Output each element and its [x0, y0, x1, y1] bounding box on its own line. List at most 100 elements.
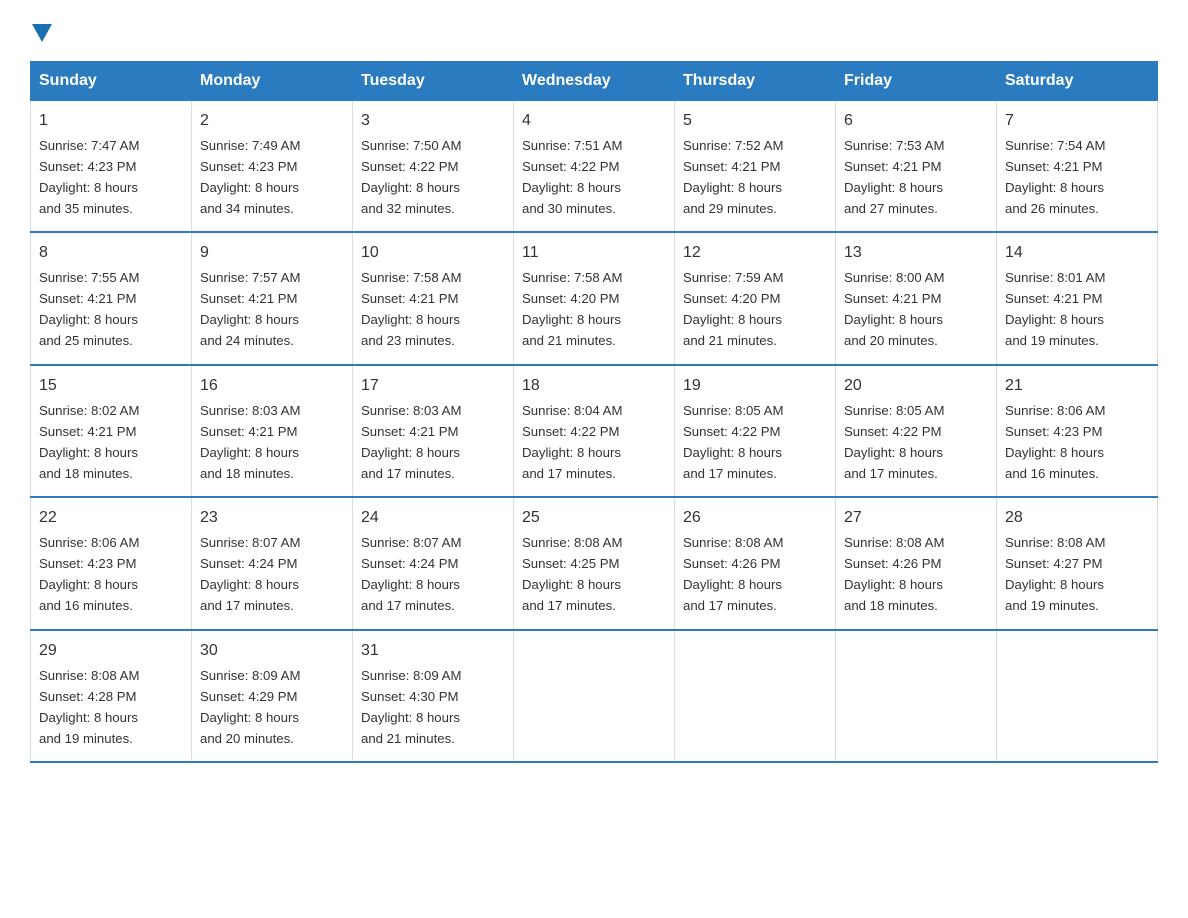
week-row-2: 8 Sunrise: 7:55 AMSunset: 4:21 PMDaylight…	[31, 232, 1158, 364]
day-number: 22	[39, 506, 183, 531]
day-number: 31	[361, 639, 505, 664]
day-number: 12	[683, 241, 827, 266]
logo-triangle-icon	[32, 24, 52, 42]
day-info: Sunrise: 8:09 AMSunset: 4:30 PMDaylight:…	[361, 668, 461, 746]
day-info: Sunrise: 7:52 AMSunset: 4:21 PMDaylight:…	[683, 138, 783, 216]
day-info: Sunrise: 8:06 AMSunset: 4:23 PMDaylight:…	[39, 535, 139, 613]
day-info: Sunrise: 7:55 AMSunset: 4:21 PMDaylight:…	[39, 270, 139, 348]
day-info: Sunrise: 8:05 AMSunset: 4:22 PMDaylight:…	[683, 403, 783, 481]
day-info: Sunrise: 8:08 AMSunset: 4:26 PMDaylight:…	[683, 535, 783, 613]
weekday-header-thursday: Thursday	[675, 62, 836, 101]
day-number: 2	[200, 109, 344, 134]
day-number: 14	[1005, 241, 1149, 266]
day-number: 9	[200, 241, 344, 266]
calendar-cell: 11 Sunrise: 7:58 AMSunset: 4:20 PMDayligh…	[514, 232, 675, 364]
calendar-cell: 19 Sunrise: 8:05 AMSunset: 4:22 PMDayligh…	[675, 365, 836, 497]
calendar-cell: 26 Sunrise: 8:08 AMSunset: 4:26 PMDayligh…	[675, 497, 836, 629]
calendar-cell: 31 Sunrise: 8:09 AMSunset: 4:30 PMDayligh…	[353, 630, 514, 762]
calendar-cell: 8 Sunrise: 7:55 AMSunset: 4:21 PMDaylight…	[31, 232, 192, 364]
day-info: Sunrise: 8:01 AMSunset: 4:21 PMDaylight:…	[1005, 270, 1105, 348]
calendar-cell	[836, 630, 997, 762]
day-number: 17	[361, 374, 505, 399]
day-number: 8	[39, 241, 183, 266]
day-info: Sunrise: 8:08 AMSunset: 4:28 PMDaylight:…	[39, 668, 139, 746]
day-info: Sunrise: 7:57 AMSunset: 4:21 PMDaylight:…	[200, 270, 300, 348]
calendar-cell: 10Sunrise: 7:58 AMSunset: 4:21 PMDayligh…	[353, 232, 514, 364]
weekday-header-wednesday: Wednesday	[514, 62, 675, 101]
day-info: Sunrise: 8:04 AMSunset: 4:22 PMDaylight:…	[522, 403, 622, 481]
calendar-cell: 17 Sunrise: 8:03 AMSunset: 4:21 PMDayligh…	[353, 365, 514, 497]
calendar-cell: 30Sunrise: 8:09 AMSunset: 4:29 PMDayligh…	[192, 630, 353, 762]
calendar-cell: 3 Sunrise: 7:50 AMSunset: 4:22 PMDaylight…	[353, 101, 514, 233]
day-number: 3	[361, 109, 505, 134]
weekday-header-friday: Friday	[836, 62, 997, 101]
day-number: 1	[39, 109, 183, 134]
day-number: 19	[683, 374, 827, 399]
day-number: 20	[844, 374, 988, 399]
day-number: 24	[361, 506, 505, 531]
day-info: Sunrise: 8:08 AMSunset: 4:25 PMDaylight:…	[522, 535, 622, 613]
calendar-cell: 27 Sunrise: 8:08 AMSunset: 4:26 PMDayligh…	[836, 497, 997, 629]
week-row-1: 1 Sunrise: 7:47 AMSunset: 4:23 PMDaylight…	[31, 101, 1158, 233]
day-info: Sunrise: 8:03 AMSunset: 4:21 PMDaylight:…	[361, 403, 461, 481]
day-info: Sunrise: 8:07 AMSunset: 4:24 PMDaylight:…	[361, 535, 461, 613]
calendar-cell: 13Sunrise: 8:00 AMSunset: 4:21 PMDayligh…	[836, 232, 997, 364]
day-info: Sunrise: 7:54 AMSunset: 4:21 PMDaylight:…	[1005, 138, 1105, 216]
day-number: 27	[844, 506, 988, 531]
day-number: 26	[683, 506, 827, 531]
weekday-header-row: SundayMondayTuesdayWednesdayThursdayFrid…	[31, 62, 1158, 101]
day-number: 4	[522, 109, 666, 134]
day-info: Sunrise: 8:08 AMSunset: 4:26 PMDaylight:…	[844, 535, 944, 613]
calendar-table: SundayMondayTuesdayWednesdayThursdayFrid…	[30, 61, 1158, 763]
day-number: 6	[844, 109, 988, 134]
calendar-cell: 20 Sunrise: 8:05 AMSunset: 4:22 PMDayligh…	[836, 365, 997, 497]
logo	[30, 20, 52, 51]
weekday-header-tuesday: Tuesday	[353, 62, 514, 101]
day-number: 5	[683, 109, 827, 134]
calendar-cell: 6 Sunrise: 7:53 AMSunset: 4:21 PMDaylight…	[836, 101, 997, 233]
calendar-cell: 5 Sunrise: 7:52 AMSunset: 4:21 PMDaylight…	[675, 101, 836, 233]
calendar-cell: 1 Sunrise: 7:47 AMSunset: 4:23 PMDaylight…	[31, 101, 192, 233]
day-info: Sunrise: 8:08 AMSunset: 4:27 PMDaylight:…	[1005, 535, 1105, 613]
calendar-cell: 12Sunrise: 7:59 AMSunset: 4:20 PMDayligh…	[675, 232, 836, 364]
day-number: 13	[844, 241, 988, 266]
calendar-cell: 14 Sunrise: 8:01 AMSunset: 4:21 PMDayligh…	[997, 232, 1158, 364]
weekday-header-sunday: Sunday	[31, 62, 192, 101]
day-info: Sunrise: 7:53 AMSunset: 4:21 PMDaylight:…	[844, 138, 944, 216]
day-info: Sunrise: 8:09 AMSunset: 4:29 PMDaylight:…	[200, 668, 300, 746]
calendar-cell: 2 Sunrise: 7:49 AMSunset: 4:23 PMDaylight…	[192, 101, 353, 233]
day-number: 16	[200, 374, 344, 399]
calendar-cell: 18 Sunrise: 8:04 AMSunset: 4:22 PMDayligh…	[514, 365, 675, 497]
logo-area	[30, 20, 52, 41]
calendar-cell: 24 Sunrise: 8:07 AMSunset: 4:24 PMDayligh…	[353, 497, 514, 629]
day-number: 25	[522, 506, 666, 531]
day-info: Sunrise: 7:47 AMSunset: 4:23 PMDaylight:…	[39, 138, 139, 216]
week-row-3: 15 Sunrise: 8:02 AMSunset: 4:21 PMDayligh…	[31, 365, 1158, 497]
calendar-cell: 15 Sunrise: 8:02 AMSunset: 4:21 PMDayligh…	[31, 365, 192, 497]
day-info: Sunrise: 8:06 AMSunset: 4:23 PMDaylight:…	[1005, 403, 1105, 481]
calendar-cell: 9 Sunrise: 7:57 AMSunset: 4:21 PMDaylight…	[192, 232, 353, 364]
day-number: 11	[522, 241, 666, 266]
day-info: Sunrise: 8:02 AMSunset: 4:21 PMDaylight:…	[39, 403, 139, 481]
day-number: 18	[522, 374, 666, 399]
weekday-header-monday: Monday	[192, 62, 353, 101]
day-number: 15	[39, 374, 183, 399]
calendar-cell: 23 Sunrise: 8:07 AMSunset: 4:24 PMDayligh…	[192, 497, 353, 629]
day-number: 23	[200, 506, 344, 531]
calendar-cell: 16Sunrise: 8:03 AMSunset: 4:21 PMDayligh…	[192, 365, 353, 497]
day-number: 21	[1005, 374, 1149, 399]
calendar-cell: 29 Sunrise: 8:08 AMSunset: 4:28 PMDayligh…	[31, 630, 192, 762]
day-info: Sunrise: 8:05 AMSunset: 4:22 PMDaylight:…	[844, 403, 944, 481]
calendar-cell: 21 Sunrise: 8:06 AMSunset: 4:23 PMDayligh…	[997, 365, 1158, 497]
day-info: Sunrise: 8:07 AMSunset: 4:24 PMDaylight:…	[200, 535, 300, 613]
day-info: Sunrise: 7:58 AMSunset: 4:20 PMDaylight:…	[522, 270, 622, 348]
day-number: 29	[39, 639, 183, 664]
calendar-cell: 28Sunrise: 8:08 AMSunset: 4:27 PMDayligh…	[997, 497, 1158, 629]
day-number: 7	[1005, 109, 1149, 134]
day-info: Sunrise: 7:49 AMSunset: 4:23 PMDaylight:…	[200, 138, 300, 216]
week-row-5: 29 Sunrise: 8:08 AMSunset: 4:28 PMDayligh…	[31, 630, 1158, 762]
week-row-4: 22 Sunrise: 8:06 AMSunset: 4:23 PMDayligh…	[31, 497, 1158, 629]
calendar-cell: 7 Sunrise: 7:54 AMSunset: 4:21 PMDaylight…	[997, 101, 1158, 233]
day-info: Sunrise: 7:58 AMSunset: 4:21 PMDaylight:…	[361, 270, 461, 348]
day-info: Sunrise: 7:50 AMSunset: 4:22 PMDaylight:…	[361, 138, 461, 216]
